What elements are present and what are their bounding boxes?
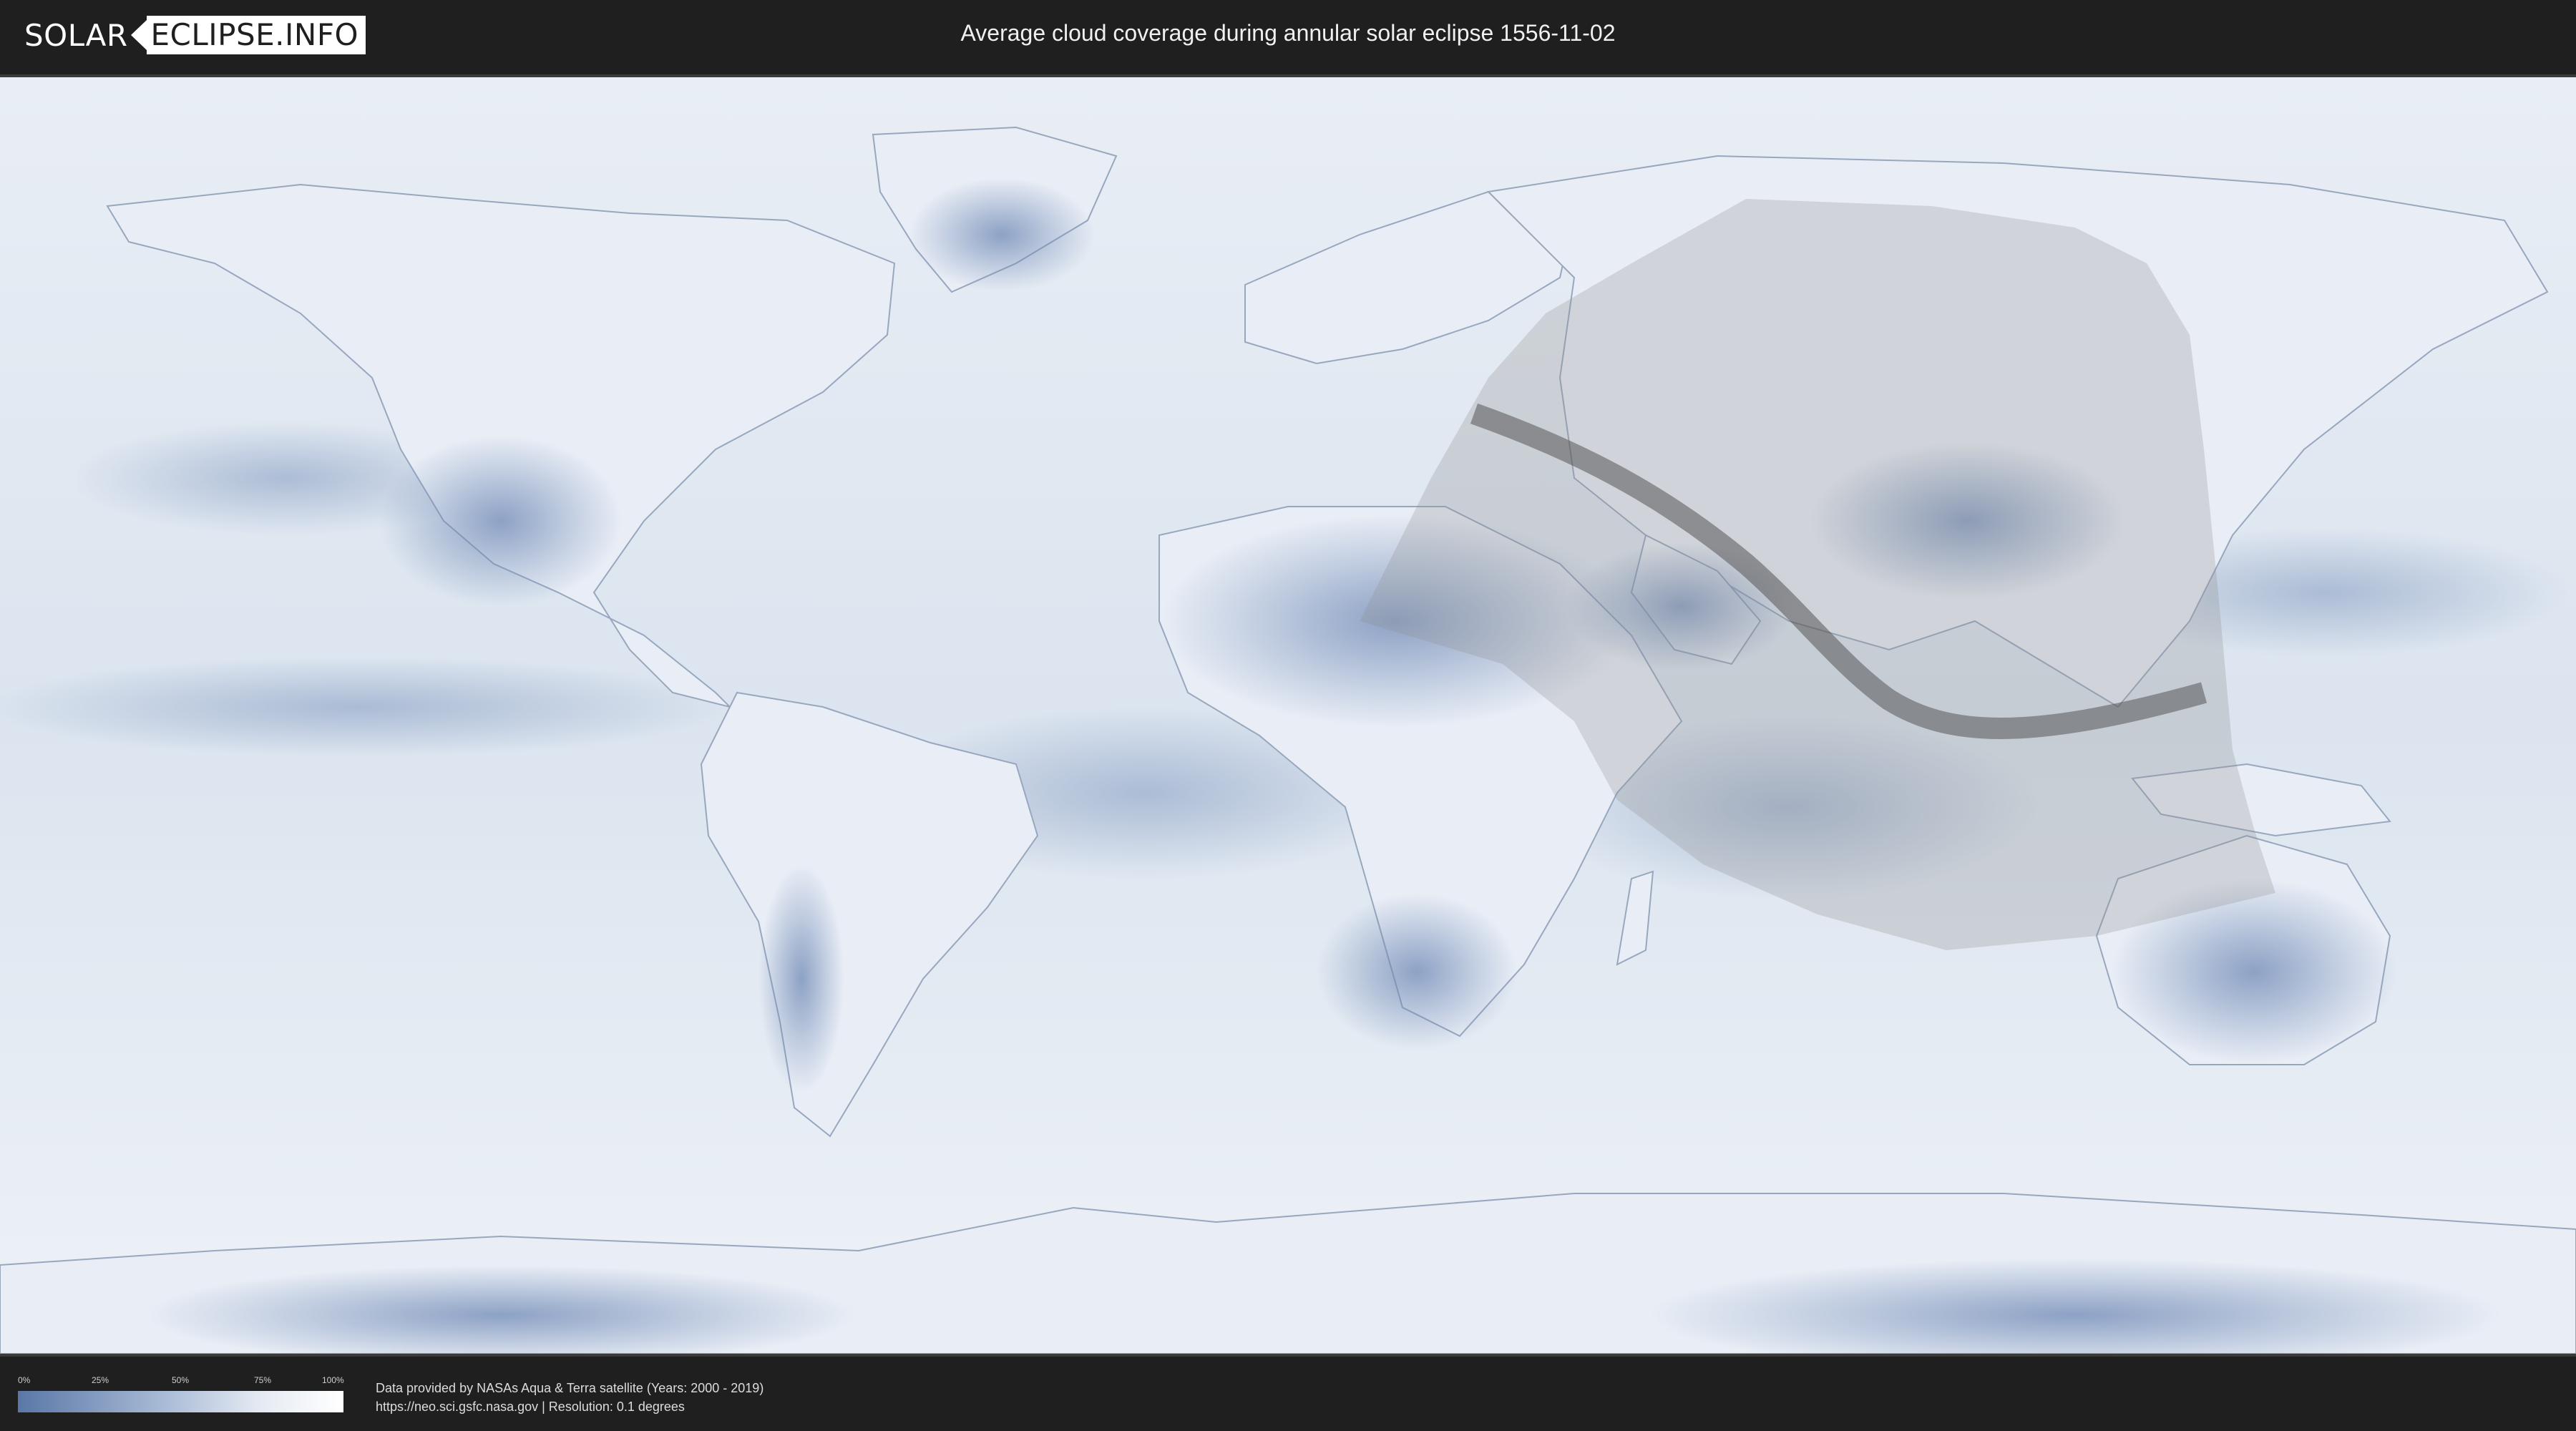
world-map-svg [0, 77, 2576, 1354]
credits-line-1: Data provided by NASAs Aqua & Terra sate… [376, 1381, 764, 1395]
legend-tick-75: 75% [254, 1375, 272, 1385]
cloud-coverage-map[interactable] [0, 74, 2576, 1357]
cloud-low-us-west [379, 435, 623, 607]
cloud-low-southern-africa [1317, 893, 1517, 1050]
legend-tick-50: 50% [172, 1375, 190, 1385]
header-bar: SOLAR ECLIPSE.INFO Average cloud coverag… [0, 0, 2576, 72]
band-pacific-equatorial [0, 657, 730, 757]
cloud-low-greenland [909, 177, 1095, 292]
data-credits: Data provided by NASAs Aqua & Terra sate… [376, 1379, 763, 1416]
legend-tick-100: 100% [322, 1375, 344, 1385]
legend-tick-0: 0% [18, 1375, 31, 1385]
credits-line-2[interactable]: https://neo.sci.gsfc.nasa.gov | Resoluti… [376, 1397, 763, 1416]
legend-color-bar [18, 1391, 343, 1412]
cloud-low-andes [758, 864, 844, 1093]
page-title: Average cloud coverage during annular so… [960, 20, 1616, 46]
legend-tick-25: 25% [92, 1375, 109, 1385]
